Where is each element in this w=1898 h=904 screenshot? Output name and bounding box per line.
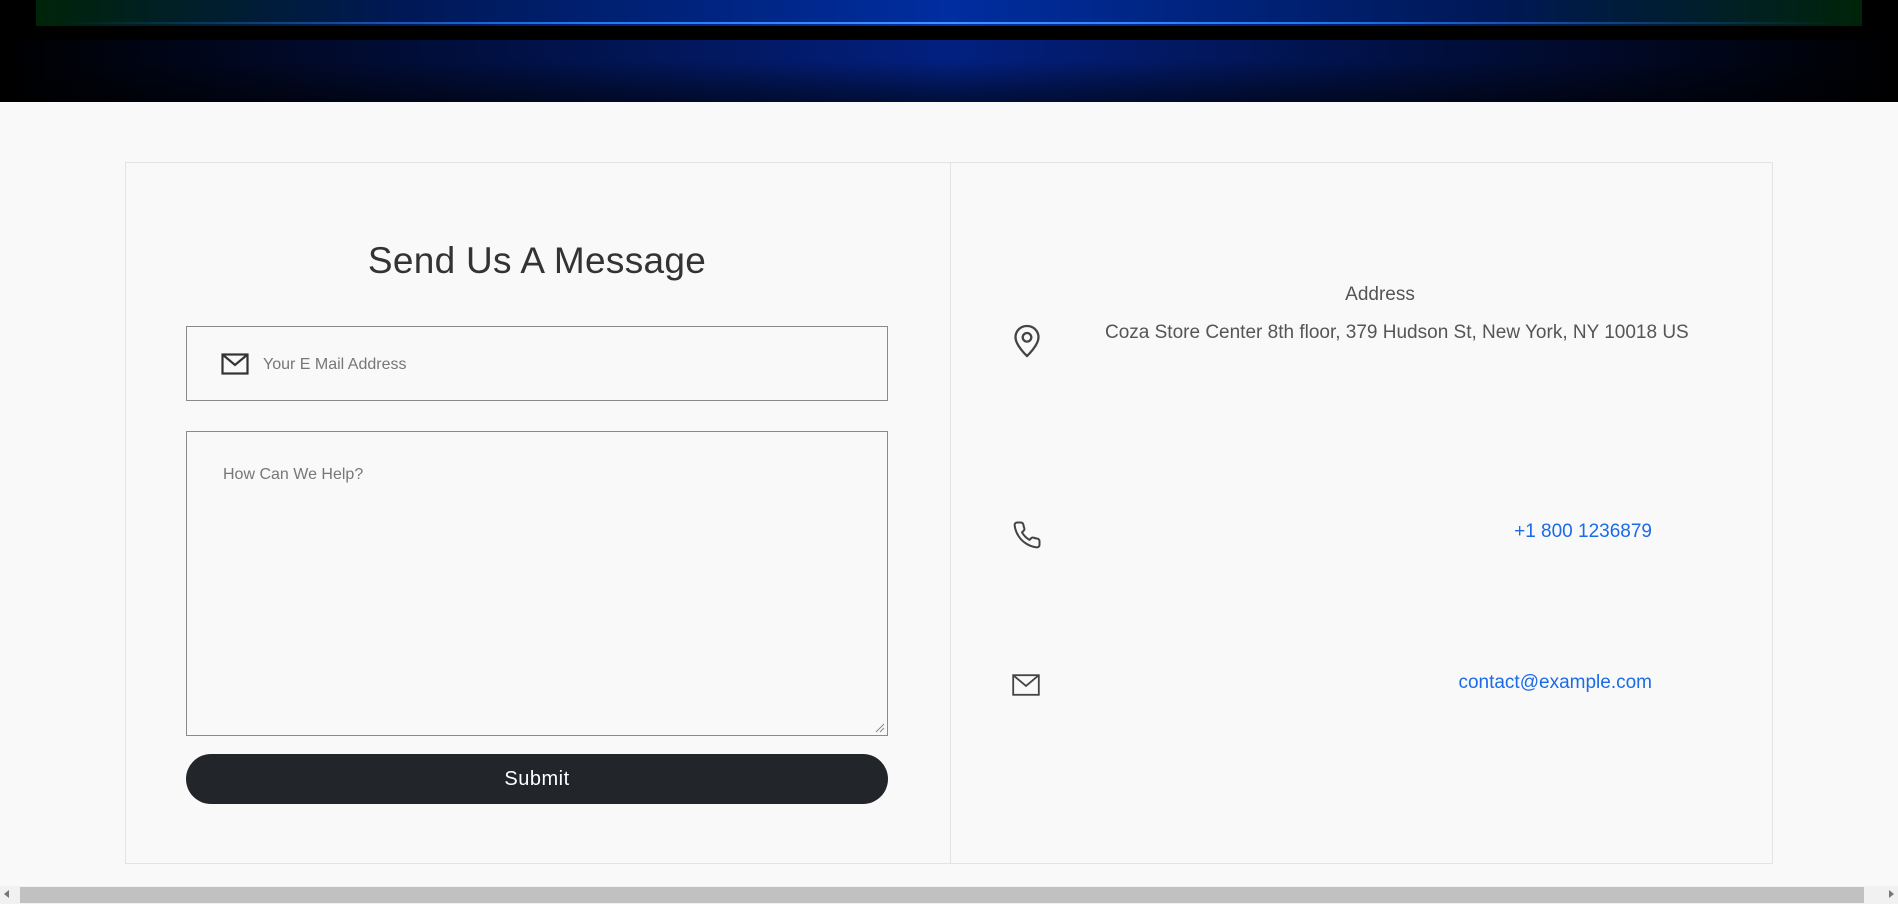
hero-light-line [60,22,1838,24]
submit-button[interactable]: Submit [186,754,888,804]
scrollbar-thumb[interactable] [20,887,1864,903]
horizontal-scrollbar[interactable] [0,886,1898,904]
email-link[interactable]: contact@example.com [1300,672,1652,694]
phone-icon [1013,521,1041,549]
panel-divider [950,162,951,864]
address-heading: Address [1345,284,1415,305]
hero-banner [0,0,1898,102]
map-pin-icon [1014,324,1040,358]
form-title: Send Us A Message [367,240,707,281]
email-input[interactable] [261,349,865,381]
resize-grip-icon[interactable] [875,723,885,733]
address-text: Coza Store Center 8th floor, 379 Hudson … [1105,322,1689,343]
hero-shade [0,60,1898,102]
message-field-container[interactable] [186,431,888,736]
email-field-container[interactable] [186,326,888,401]
mail-icon [1012,674,1040,696]
scroll-right-arrow-icon[interactable] [1889,890,1894,898]
mail-icon [221,353,249,375]
phone-link[interactable]: +1 800 1236879 [1400,521,1652,543]
message-textarea[interactable] [221,464,865,718]
scroll-left-arrow-icon[interactable] [4,890,9,898]
